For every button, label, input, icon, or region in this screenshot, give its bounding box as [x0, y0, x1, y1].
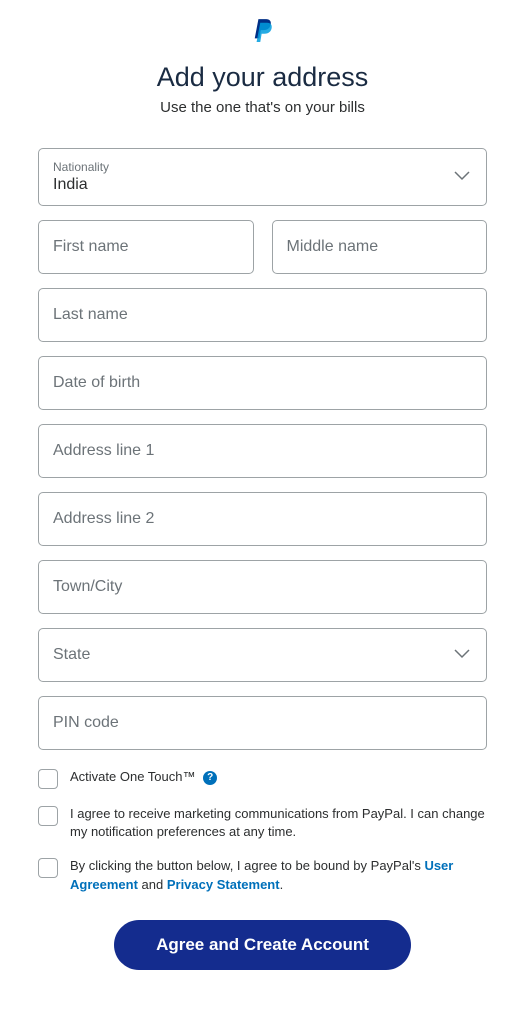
last-name-placeholder: Last name [53, 306, 472, 324]
page-subtitle: Use the one that's on your bills [38, 99, 487, 116]
address2-placeholder: Address line 2 [53, 510, 472, 528]
town-city-field[interactable]: Town/City [38, 560, 487, 614]
state-placeholder: State [53, 646, 472, 664]
middle-name-placeholder: Middle name [287, 238, 473, 256]
page-title: Add your address [38, 62, 487, 93]
town-city-placeholder: Town/City [53, 578, 472, 596]
state-select[interactable]: State [38, 628, 487, 682]
chevron-down-icon [454, 168, 470, 186]
address2-field[interactable]: Address line 2 [38, 492, 487, 546]
nationality-value: India [53, 176, 472, 194]
dob-placeholder: Date of birth [53, 374, 472, 392]
address1-field[interactable]: Address line 1 [38, 424, 487, 478]
marketing-checkbox[interactable] [38, 806, 58, 826]
address1-placeholder: Address line 1 [53, 442, 472, 460]
privacy-statement-link[interactable]: Privacy Statement [167, 877, 280, 892]
dob-field[interactable]: Date of birth [38, 356, 487, 410]
pin-code-field[interactable]: PIN code [38, 696, 487, 750]
middle-name-field[interactable]: Middle name [272, 220, 488, 274]
one-touch-label: Activate One Touch™ ? [70, 768, 217, 786]
nationality-select[interactable]: Nationality India [38, 148, 487, 206]
one-touch-checkbox[interactable] [38, 769, 58, 789]
terms-checkbox[interactable] [38, 858, 58, 878]
help-icon[interactable]: ? [203, 771, 217, 785]
nationality-label: Nationality [53, 160, 472, 174]
paypal-logo [38, 18, 487, 44]
marketing-label: I agree to receive marketing communicati… [70, 805, 487, 841]
pin-code-placeholder: PIN code [53, 714, 472, 732]
agree-create-account-button[interactable]: Agree and Create Account [114, 920, 411, 970]
first-name-placeholder: First name [53, 238, 239, 256]
first-name-field[interactable]: First name [38, 220, 254, 274]
last-name-field[interactable]: Last name [38, 288, 487, 342]
terms-label: By clicking the button below, I agree to… [70, 857, 487, 893]
chevron-down-icon [454, 646, 470, 664]
